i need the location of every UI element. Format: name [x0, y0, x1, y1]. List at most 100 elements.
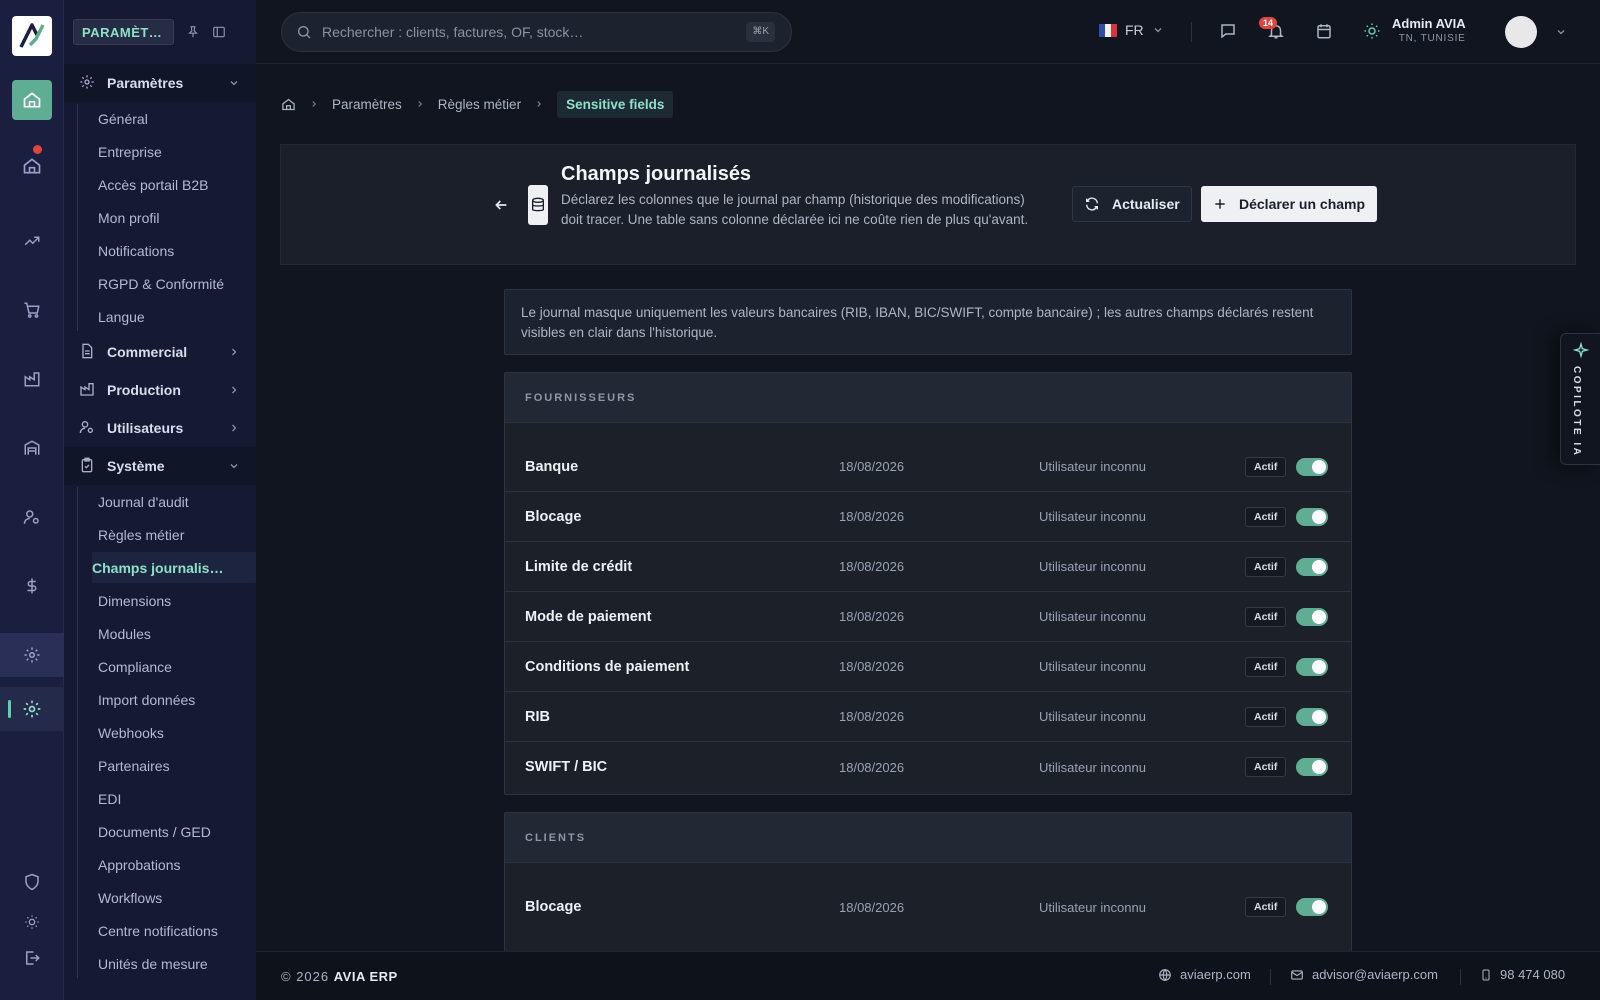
- home-icon[interactable]: [12, 80, 52, 120]
- plus-icon: [1213, 197, 1227, 211]
- clipboard-icon: [79, 457, 97, 475]
- search-bar[interactable]: ⌘K: [281, 12, 792, 52]
- sidebar-item-documents[interactable]: Documents / GED: [98, 815, 256, 848]
- system-settings-icon[interactable]: [0, 687, 64, 731]
- footer-phone[interactable]: 98 474 080: [1480, 967, 1565, 982]
- back-arrow-icon[interactable]: [493, 197, 509, 213]
- field-user: Utilisateur inconnu: [1039, 659, 1146, 674]
- refresh-label: Actualiser: [1112, 196, 1180, 212]
- active-toggle[interactable]: [1296, 607, 1328, 626]
- active-toggle[interactable]: [1296, 507, 1328, 526]
- group-label: Utilisateurs: [107, 420, 184, 436]
- footer-website[interactable]: aviaerp.com: [1158, 967, 1251, 982]
- settings-icon[interactable]: [0, 633, 64, 677]
- shield-icon[interactable]: [0, 860, 64, 904]
- sidebar-item-langue[interactable]: Langue: [98, 300, 256, 333]
- logout-icon[interactable]: [0, 936, 64, 980]
- table-row: Blocage 18/08/2026 Utilisateur inconnu A…: [505, 882, 1351, 932]
- field-date: 18/08/2026: [839, 609, 905, 624]
- sidebar-item-general[interactable]: Général: [98, 102, 256, 135]
- search-input[interactable]: [322, 24, 742, 40]
- sidebar-item-notifications[interactable]: Notifications: [98, 234, 256, 267]
- breadcrumb-parametres[interactable]: Paramètres: [332, 97, 402, 112]
- table-row: Conditions de paiement 18/08/2026 Utilis…: [505, 642, 1351, 692]
- email-link[interactable]: advisor@aviaerp.com: [1312, 967, 1438, 982]
- field-date: 18/08/2026: [839, 509, 905, 524]
- user-location: TN, TUNISIE: [1398, 33, 1466, 44]
- sidebar-item-dimensions[interactable]: Dimensions: [98, 584, 256, 617]
- phone-number[interactable]: 98 474 080: [1500, 967, 1565, 982]
- cart-icon[interactable]: [0, 288, 64, 332]
- status-badge: Actif: [1245, 506, 1287, 527]
- chevron-right-icon: [228, 384, 240, 396]
- active-toggle[interactable]: [1296, 657, 1328, 676]
- group-systeme[interactable]: Système: [64, 447, 256, 485]
- alert-dot: [33, 145, 42, 154]
- trending-icon[interactable]: [0, 219, 64, 263]
- sidebar-item-compliance[interactable]: Compliance: [98, 650, 256, 683]
- sidebar-item-champs-journalises[interactable]: Champs journalis…: [92, 552, 256, 583]
- finance-icon[interactable]: [0, 564, 64, 608]
- home-icon[interactable]: [281, 97, 296, 112]
- warehouse-icon[interactable]: [0, 426, 64, 470]
- active-toggle[interactable]: [1296, 457, 1328, 476]
- active-toggle[interactable]: [1296, 898, 1328, 916]
- active-toggle[interactable]: [1296, 557, 1328, 576]
- sidebar-item-workflows[interactable]: Workflows: [98, 881, 256, 914]
- factory-icon[interactable]: [0, 357, 64, 401]
- sidebar-item-journal-audit[interactable]: Journal d'audit: [98, 485, 256, 518]
- sidebar-item-centre-notifications[interactable]: Centre notifications: [98, 914, 256, 947]
- copilot-tab[interactable]: COPILOTE IA: [1560, 333, 1600, 465]
- sidebar-item-approbations[interactable]: Approbations: [98, 848, 256, 881]
- avatar[interactable]: [1505, 16, 1537, 48]
- group-parametres[interactable]: Paramètres: [64, 64, 256, 102]
- active-toggle[interactable]: [1296, 707, 1328, 726]
- sidebar-item-rgpd[interactable]: RGPD & Conformité: [98, 267, 256, 300]
- user-settings-icon[interactable]: [0, 495, 64, 539]
- active-toggle[interactable]: [1296, 758, 1328, 776]
- sidebar-item-edi[interactable]: EDI: [98, 782, 256, 815]
- field-name: Mode de paiement: [525, 608, 652, 625]
- sidebar-item-mon-profil[interactable]: Mon profil: [98, 201, 256, 234]
- topbar: ⌘K FR 14 Admin AVIA TN, TUNISIE: [256, 0, 1600, 64]
- dashboard-home-icon[interactable]: [0, 144, 64, 188]
- breadcrumb-current: Sensitive fields: [557, 90, 674, 118]
- chevron-down-icon[interactable]: [1555, 26, 1567, 38]
- breadcrumb: Paramètres Règles métier Sensitive field…: [281, 89, 674, 119]
- sidebar-item-webhooks[interactable]: Webhooks: [98, 716, 256, 749]
- sidebar-item-portail-b2b[interactable]: Accès portail B2B: [98, 168, 256, 201]
- avia-logo[interactable]: [12, 16, 52, 56]
- user-menu[interactable]: Admin AVIA TN, TUNISIE: [1392, 16, 1466, 44]
- collapse-sidebar-icon[interactable]: [212, 25, 226, 39]
- language-selector[interactable]: FR: [1099, 22, 1164, 38]
- sidebar-item-entreprise[interactable]: Entreprise: [98, 135, 256, 168]
- sidebar-item-import[interactable]: Import données: [98, 683, 256, 716]
- website-link[interactable]: aviaerp.com: [1180, 967, 1251, 982]
- sidebar-item-regles-metier[interactable]: Règles métier: [98, 518, 256, 551]
- group-commercial[interactable]: Commercial: [64, 333, 256, 371]
- language-label: FR: [1125, 22, 1144, 38]
- declare-field-button[interactable]: Déclarer un champ: [1201, 186, 1378, 222]
- calendar-icon[interactable]: [1315, 22, 1333, 40]
- sidebar-item-unites-mesure[interactable]: Unités de mesure: [98, 947, 256, 980]
- sidebar-item-label: Champs journalis…: [92, 559, 224, 576]
- table-row: Mode de paiement 18/08/2026 Utilisateur …: [505, 592, 1351, 642]
- field-name: SWIFT / BIC: [525, 759, 608, 775]
- breadcrumb-regles-metier[interactable]: Règles métier: [438, 97, 521, 112]
- field-date: 18/08/2026: [839, 709, 905, 724]
- sidebar-item-partenaires[interactable]: Partenaires: [98, 749, 256, 782]
- status-badge: Actif: [1245, 656, 1287, 677]
- chat-icon[interactable]: [1219, 22, 1237, 40]
- footer-email[interactable]: advisor@aviaerp.com: [1290, 967, 1438, 982]
- section-title: CLIENTS: [505, 813, 1351, 863]
- status-badge: Actif: [1245, 556, 1287, 577]
- pin-icon[interactable]: [186, 25, 200, 39]
- footer: © 2026 AVIA ERP aviaerp.com advisor@avia…: [256, 951, 1600, 1000]
- group-production[interactable]: Production: [64, 371, 256, 409]
- refresh-button[interactable]: Actualiser: [1072, 186, 1192, 222]
- table-row: SWIFT / BIC 18/08/2026 Utilisateur incon…: [505, 742, 1351, 792]
- group-utilisateurs[interactable]: Utilisateurs: [64, 409, 256, 447]
- sun-icon[interactable]: [1363, 22, 1381, 40]
- chevron-right-icon: [534, 99, 544, 109]
- sidebar-item-modules[interactable]: Modules: [98, 617, 256, 650]
